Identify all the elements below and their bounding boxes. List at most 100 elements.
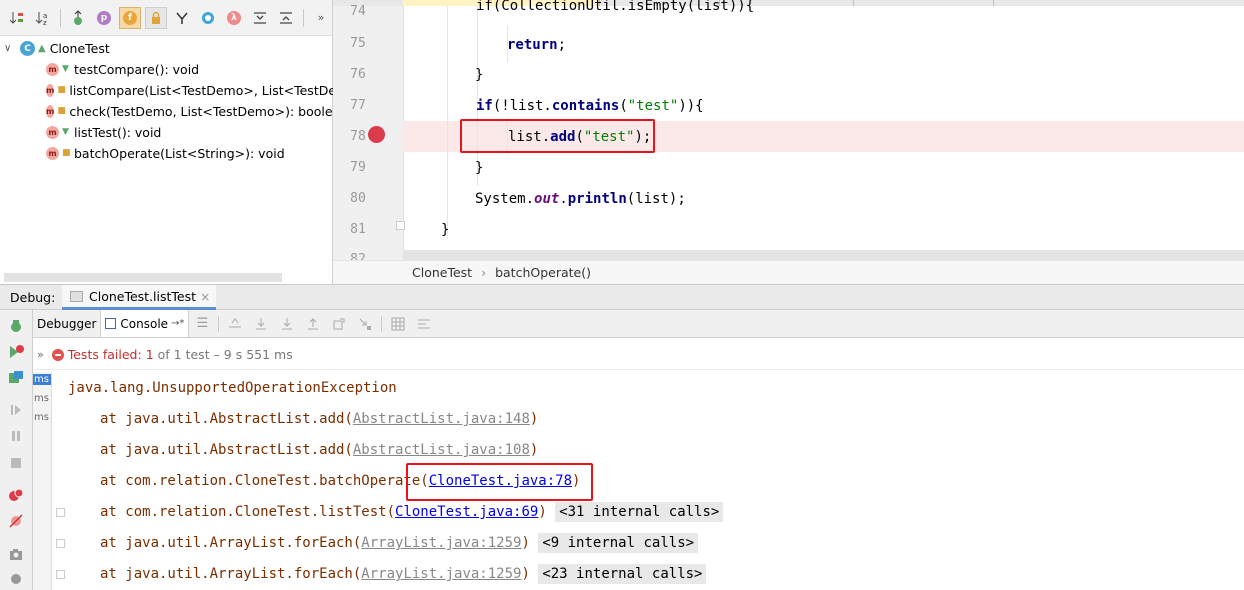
fold-marker[interactable]: [56, 570, 65, 579]
mute-breakpoints-icon[interactable]: [8, 513, 24, 529]
settings-icon[interactable]: [8, 574, 24, 584]
close-icon[interactable]: ×: [200, 289, 210, 304]
menu-icon[interactable]: ☰: [189, 313, 215, 335]
source-link[interactable]: ArrayList.java:1259: [361, 566, 521, 582]
code-editor[interactable]: 74 75 76 77 78 79 80 81 82 if(Collection…: [333, 0, 1244, 284]
fold-marker[interactable]: [396, 221, 405, 230]
code-text: }: [475, 67, 484, 83]
keyword: return: [507, 37, 558, 53]
tree-member-item[interactable]: m ■ batchOperate(List<String>): void: [0, 143, 332, 164]
pause-icon[interactable]: [8, 428, 24, 444]
tree-member-item[interactable]: m ■ listCompare(List<TestDemo>, List<Tes…: [0, 80, 348, 101]
run-to-cursor-icon[interactable]: [352, 313, 378, 335]
method-call: println: [567, 191, 627, 207]
code-text: if(CollectionUtil.isEmpty(list)){: [476, 0, 755, 14]
evaluate-expression-icon[interactable]: [385, 313, 411, 335]
source-link[interactable]: CloneTest.java:69: [395, 504, 538, 520]
test-tree-column: ms ms ms: [33, 372, 52, 590]
show-lambdas-icon[interactable]: [171, 7, 193, 29]
breakpoint-icon[interactable]: [368, 126, 385, 143]
structure-tree: ∨ C ▲ CloneTest m ▼ testCompare(): void …: [0, 38, 348, 164]
camera-icon[interactable]: [8, 546, 24, 562]
tab-debugger[interactable]: Debugger: [33, 310, 102, 337]
step-resume-icon[interactable]: [8, 402, 24, 418]
test-duration[interactable]: ms: [33, 393, 51, 404]
lambda-icon[interactable]: λ: [223, 7, 245, 29]
debug-session-tab[interactable]: CloneTest.listTest ×: [62, 285, 216, 310]
source-link[interactable]: ArrayList.java:1259: [361, 535, 521, 551]
restart-icon[interactable]: [8, 370, 24, 386]
step-out-icon[interactable]: [300, 313, 326, 335]
fold-marker[interactable]: [56, 539, 65, 548]
collapse-all-icon[interactable]: [275, 7, 297, 29]
code-text: }: [475, 160, 484, 176]
annotation-box: [406, 463, 593, 501]
session-icon: [70, 290, 83, 302]
more-icon[interactable]: »: [310, 7, 332, 29]
tree-class-node[interactable]: ∨ C ▲ CloneTest: [0, 38, 332, 59]
breadcrumb-item[interactable]: CloneTest: [412, 265, 472, 280]
exception-line: java.lang.UnsupportedOperationException: [68, 380, 397, 396]
internal-calls-badge[interactable]: <9 internal calls>: [538, 533, 699, 553]
source-link[interactable]: AbstractList.java:108: [353, 442, 530, 458]
code-line-79: }: [475, 160, 483, 176]
internal-calls-badge[interactable]: <31 internal calls>: [555, 502, 724, 522]
fold-marker[interactable]: [56, 508, 65, 517]
drop-frame-icon[interactable]: [326, 313, 352, 335]
horizontal-scrollbar[interactable]: [4, 273, 282, 282]
editor-tab-bar[interactable]: [333, 0, 1244, 6]
frame-text: at java.util.AbstractList.add(: [100, 442, 353, 458]
tab-console[interactable]: Console →*: [101, 310, 190, 337]
tab-label: Debugger: [37, 316, 97, 331]
code-line-74: if(CollectionUtil.isEmpty(list)){: [476, 0, 754, 14]
frame-text: ): [538, 504, 547, 520]
show-fields-icon[interactable]: f: [119, 6, 141, 29]
toolbar-separator: [218, 315, 220, 332]
stop-icon[interactable]: [8, 455, 24, 471]
line-number: 79: [350, 160, 366, 175]
test-duration[interactable]: ms: [33, 412, 51, 423]
show-properties-icon[interactable]: p: [93, 7, 115, 29]
tree-member-item[interactable]: m ■ check(TestDemo, List<TestDemo>): boo…: [0, 101, 348, 122]
failed-count: 1: [145, 347, 154, 362]
exception-text: java.lang.UnsupportedOperationException: [68, 380, 397, 396]
resume-icon[interactable]: [8, 344, 24, 360]
code-line-76: }: [475, 67, 483, 83]
line-number: 80: [350, 191, 366, 206]
member-label: batchOperate(List<String>): void: [74, 146, 285, 161]
trace-icon[interactable]: [411, 313, 437, 335]
frame-text: at java.util.ArrayList.forEach(: [100, 566, 362, 582]
indent-guide: [477, 6, 478, 186]
structure-toolbar: az p f λ »: [0, 0, 332, 36]
view-breakpoints-icon[interactable]: [8, 487, 24, 503]
tree-member-item[interactable]: m ▼ testCompare(): void: [0, 59, 332, 80]
rerun-icon[interactable]: [8, 318, 24, 334]
line-number: 77: [350, 98, 366, 113]
editor-tab[interactable]: [853, 0, 994, 6]
show-non-public-icon[interactable]: [145, 6, 167, 29]
sort-alpha-icon[interactable]: az: [32, 7, 54, 29]
annotation-box: [460, 119, 655, 153]
step-into-icon[interactable]: [274, 313, 300, 335]
tree-member-item[interactable]: m ▼ listTest(): void: [0, 122, 332, 143]
show-execution-point-icon[interactable]: [222, 313, 248, 335]
code-line-77: if(!list.contains("test")){: [476, 98, 704, 114]
show-inherited-icon[interactable]: [67, 7, 89, 29]
expand-chevron-icon[interactable]: »: [37, 348, 44, 361]
internal-calls-badge[interactable]: <23 internal calls>: [538, 564, 707, 584]
chevron-down-icon[interactable]: ∨: [4, 43, 20, 54]
keyword: if: [476, 98, 493, 114]
editor-horizontal-scrollbar[interactable]: [403, 250, 1244, 260]
source-link[interactable]: AbstractList.java:148: [353, 411, 530, 427]
breadcrumb-item[interactable]: batchOperate(): [495, 265, 591, 280]
step-over-icon[interactable]: [248, 313, 274, 335]
sort-by-visibility-icon[interactable]: [6, 7, 28, 29]
tests-failed-label: Tests failed:: [67, 347, 142, 362]
test-duration[interactable]: ms: [33, 374, 51, 385]
autoscroll-icon[interactable]: [197, 7, 219, 29]
expand-all-icon[interactable]: [249, 7, 271, 29]
frame-text: at java.util.AbstractList.add(: [100, 411, 353, 427]
error-icon: [51, 348, 64, 361]
console-output[interactable]: java.lang.UnsupportedOperationException …: [52, 371, 1244, 590]
code-line-80: System.out.println(list);: [475, 191, 686, 207]
